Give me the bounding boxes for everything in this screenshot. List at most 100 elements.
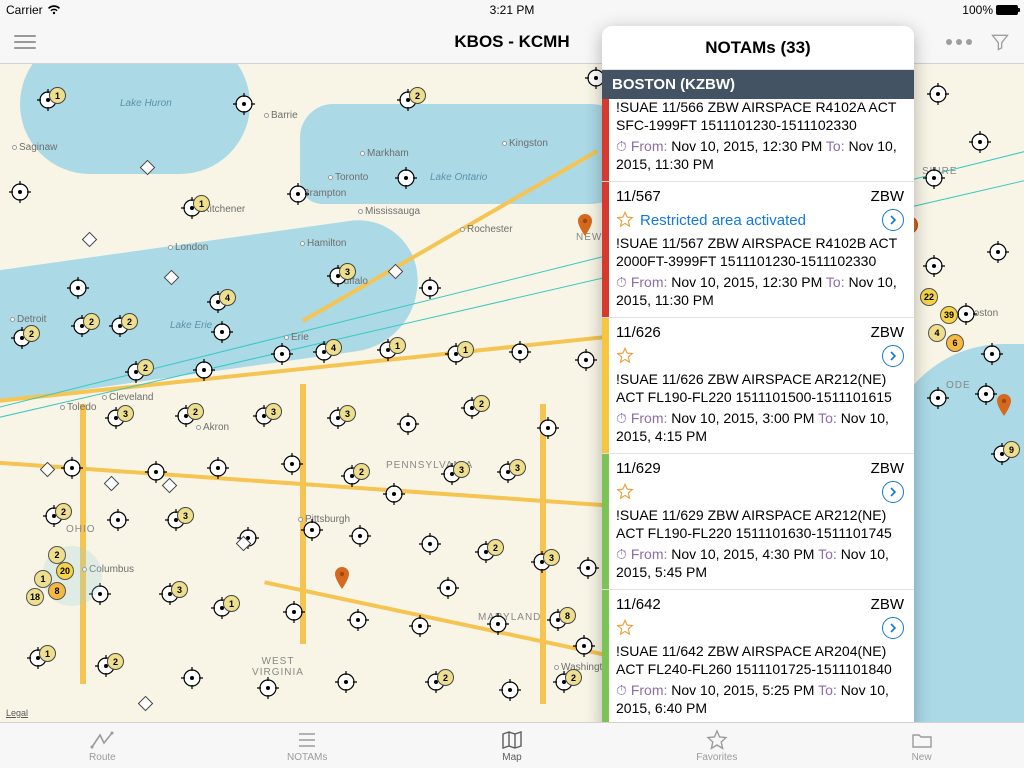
notams-list[interactable]: !SUAE 11/566 ZBW AIRSPACE R4102A ACT SFC… (602, 99, 914, 732)
map-navaid[interactable] (138, 696, 154, 712)
map-waypoint[interactable]: 8 (547, 609, 569, 631)
map-waypoint[interactable]: 2 (461, 397, 483, 419)
map-waypoint[interactable] (975, 383, 997, 405)
notam-item[interactable]: 11/629ZBW !SUAE 11/629 ZBW AIRSPACE AR21… (602, 454, 914, 590)
map-waypoint[interactable]: 2 (109, 315, 131, 337)
map-waypoint[interactable]: 3 (159, 583, 181, 605)
map-waypoint[interactable] (281, 453, 303, 475)
map-waypoint[interactable] (509, 341, 531, 363)
detail-arrow-icon[interactable] (882, 481, 904, 503)
map-waypoint[interactable]: 2 (175, 405, 197, 427)
map-waypoint[interactable]: 1 (377, 339, 399, 361)
map-waypoint[interactable]: 2 (553, 671, 575, 693)
map-waypoint[interactable] (499, 679, 521, 701)
cluster-badge[interactable]: 4 (928, 324, 946, 342)
cluster-badge[interactable]: 18 (26, 588, 44, 606)
map-pin-icon[interactable] (335, 567, 349, 589)
map-waypoint[interactable] (437, 577, 459, 599)
cluster-badge[interactable]: 20 (56, 562, 74, 580)
origin-cluster[interactable]: 2120818 (42, 546, 102, 606)
notam-item[interactable]: 11/642ZBW !SUAE 11/642 ZBW AIRSPACE AR20… (602, 590, 914, 726)
map-waypoint[interactable] (923, 167, 945, 189)
map-waypoint[interactable]: 1 (181, 197, 203, 219)
map-waypoint[interactable]: 2 (71, 315, 93, 337)
map-waypoint[interactable] (233, 93, 255, 115)
notam-item[interactable]: !SUAE 11/566 ZBW AIRSPACE R4102A ACT SFC… (602, 99, 914, 182)
star-icon[interactable] (616, 619, 634, 637)
map-waypoint[interactable] (987, 241, 1009, 263)
map-pin-icon[interactable] (578, 214, 592, 236)
map-waypoint[interactable]: 3 (253, 405, 275, 427)
map-waypoint[interactable]: 2 (95, 655, 117, 677)
map-waypoint[interactable]: 4 (313, 341, 335, 363)
map-waypoint[interactable] (419, 277, 441, 299)
map-waypoint[interactable] (287, 183, 309, 205)
map-waypoint[interactable] (927, 387, 949, 409)
cluster-badge[interactable]: 22 (920, 288, 938, 306)
map-waypoint[interactable] (271, 343, 293, 365)
star-icon[interactable] (616, 347, 634, 365)
map-waypoint[interactable]: 1 (445, 343, 467, 365)
star-icon[interactable] (616, 483, 634, 501)
map-waypoint[interactable]: 2 (125, 361, 147, 383)
map-navaid[interactable] (82, 232, 98, 248)
map-waypoint[interactable] (107, 509, 129, 531)
map-waypoint[interactable] (349, 525, 371, 547)
map-waypoint[interactable] (383, 483, 405, 505)
legal-link[interactable]: Legal (6, 708, 28, 718)
map-waypoint[interactable]: 1 (37, 89, 59, 111)
map-waypoint[interactable] (419, 533, 441, 555)
map-waypoint[interactable]: 1 (27, 647, 49, 669)
map-waypoint[interactable] (487, 613, 509, 635)
map-waypoint[interactable]: 3 (531, 551, 553, 573)
map-waypoint[interactable] (67, 277, 89, 299)
detail-arrow-icon[interactable] (882, 209, 904, 231)
cluster-badge[interactable]: 8 (48, 582, 66, 600)
notam-item[interactable]: 11/626ZBW !SUAE 11/626 ZBW AIRSPACE AR21… (602, 318, 914, 454)
map-waypoint[interactable]: 3 (441, 463, 463, 485)
map-waypoint[interactable]: 3 (327, 265, 349, 287)
star-icon[interactable] (616, 211, 634, 229)
map-waypoint[interactable] (335, 671, 357, 693)
map-navaid[interactable] (104, 476, 120, 492)
notam-item[interactable]: 11/567ZBW Restricted area activated !SUA… (602, 182, 914, 318)
cluster-badge[interactable]: 6 (946, 334, 964, 352)
map-waypoint[interactable]: 9 (991, 443, 1013, 465)
map-pin-icon[interactable] (997, 394, 1011, 416)
map-waypoint[interactable]: 2 (43, 505, 65, 527)
tab-map[interactable]: Map (410, 723, 615, 768)
map-waypoint[interactable] (577, 557, 599, 579)
map-waypoint[interactable]: 2 (11, 327, 33, 349)
map-waypoint[interactable]: 4 (207, 291, 229, 313)
map-waypoint[interactable] (347, 609, 369, 631)
map-waypoint[interactable] (9, 181, 31, 203)
map-waypoint[interactable] (395, 167, 417, 189)
map-waypoint[interactable] (145, 461, 167, 483)
map-waypoint[interactable] (301, 519, 323, 541)
map-waypoint[interactable]: 3 (497, 461, 519, 483)
map-waypoint[interactable] (573, 635, 595, 657)
map-waypoint[interactable] (207, 457, 229, 479)
map-waypoint[interactable] (283, 601, 305, 623)
map-waypoint[interactable] (575, 349, 597, 371)
detail-arrow-icon[interactable] (882, 345, 904, 367)
map-waypoint[interactable] (923, 255, 945, 277)
cluster-badge[interactable]: 39 (940, 306, 958, 324)
map-waypoint[interactable] (537, 417, 559, 439)
map-waypoint[interactable] (211, 321, 233, 343)
map-waypoint[interactable] (181, 667, 203, 689)
tab-route[interactable]: Route (0, 723, 205, 768)
map-waypoint[interactable] (193, 359, 215, 381)
filter-icon[interactable] (990, 32, 1010, 52)
map-waypoint[interactable]: 2 (341, 465, 363, 487)
detail-arrow-icon[interactable] (882, 617, 904, 639)
tab-notams[interactable]: NOTAMs (205, 723, 410, 768)
map-waypoint[interactable] (969, 131, 991, 153)
map-waypoint[interactable] (257, 677, 279, 699)
more-button[interactable] (946, 39, 972, 45)
notam-link[interactable]: Restricted area activated (640, 212, 806, 229)
tab-favorites[interactable]: Favorites (614, 723, 819, 768)
map-waypoint[interactable]: 2 (475, 541, 497, 563)
map-waypoint[interactable] (981, 343, 1003, 365)
map-waypoint[interactable]: 3 (165, 509, 187, 531)
